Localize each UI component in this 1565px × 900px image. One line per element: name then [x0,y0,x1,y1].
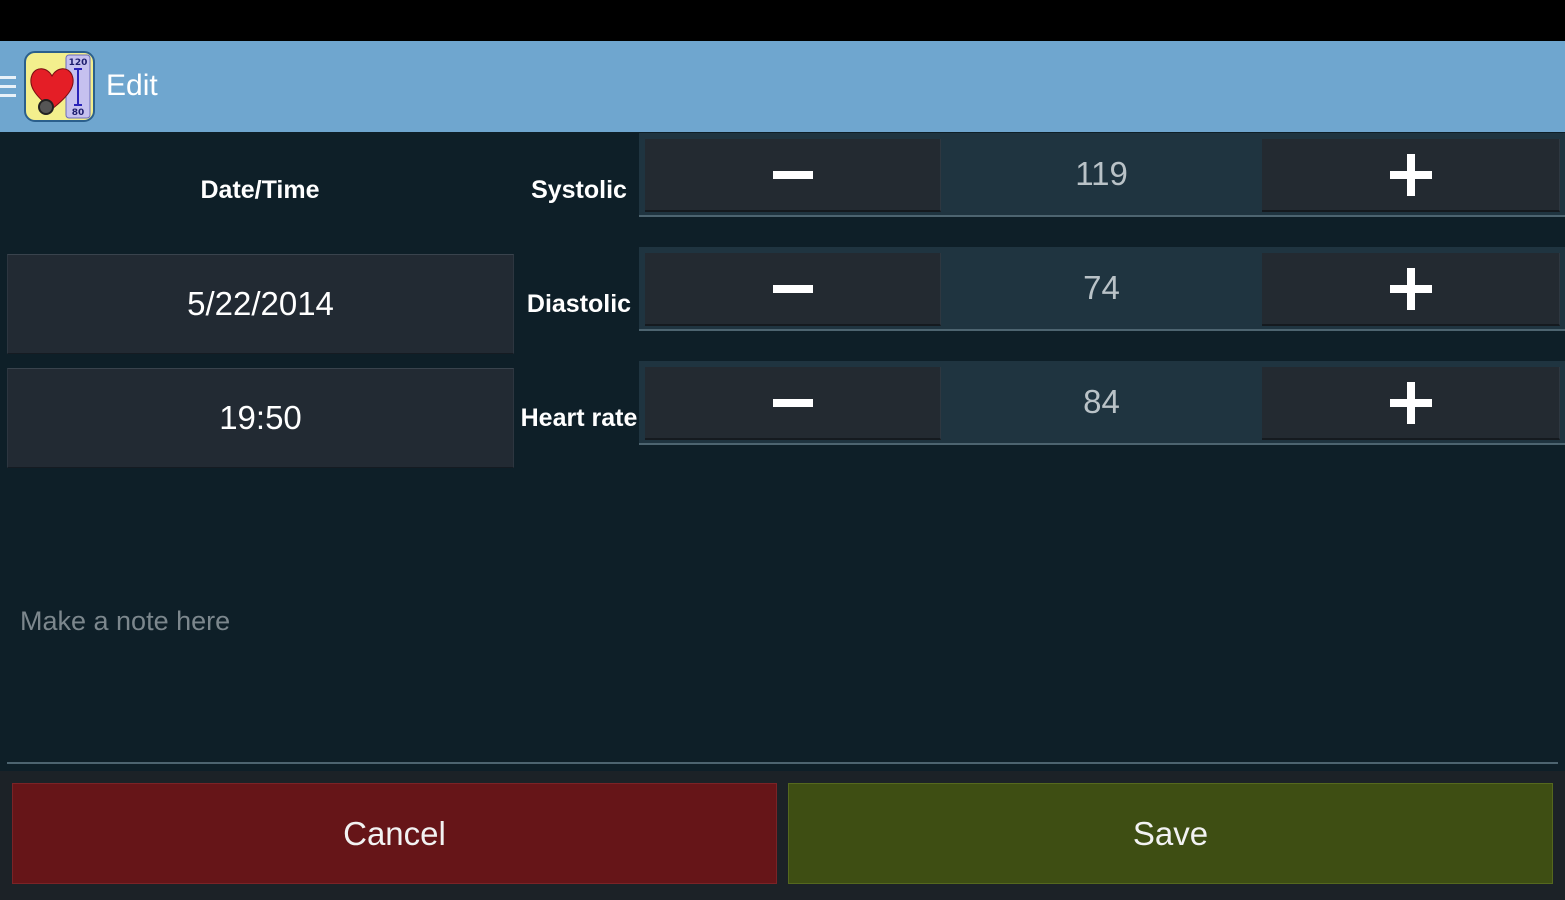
diastolic-label: Diastolic [526,290,632,318]
save-button[interactable]: Save [788,783,1553,884]
systolic-increment-button[interactable] [1262,139,1560,212]
bottom-button-bar: Cancel Save [0,771,1565,900]
minus-icon [772,284,813,293]
cancel-button[interactable]: Cancel [12,783,777,884]
heart-rate-increment-button[interactable] [1262,367,1560,440]
heart-rate-decrement-button[interactable] [645,367,941,440]
minus-icon [772,170,813,179]
diastolic-decrement-button[interactable] [645,253,941,326]
systolic-decrement-button[interactable] [645,139,941,212]
plus-icon [1389,153,1432,196]
heart-rate-stepper: 84 [639,361,1565,445]
datetime-label: Date/Time [200,176,320,204]
action-bar [0,41,1565,132]
plus-icon [1389,267,1432,310]
time-picker-button[interactable]: 19:50 [7,368,514,468]
diastolic-stepper: 74 [639,247,1565,331]
heart-rate-value[interactable]: 84 [941,361,1262,443]
plus-icon [1389,381,1432,424]
systolic-stepper: 119 [639,133,1565,217]
status-bar [0,0,1565,41]
minus-icon [772,398,813,407]
action-bar-title: Edit [106,69,158,102]
date-picker-button[interactable]: 5/22/2014 [7,254,514,354]
diastolic-increment-button[interactable] [1262,253,1560,326]
systolic-label: Systolic [531,176,627,204]
menu-icon[interactable] [0,76,16,98]
heart-rate-label: Heart rate [520,404,638,432]
blood-pressure-app-icon[interactable]: 120 80 [24,51,95,122]
systolic-value[interactable]: 119 [941,133,1262,215]
diastolic-value[interactable]: 74 [941,247,1262,329]
note-input[interactable] [7,578,1558,764]
svg-text:120: 120 [69,58,88,68]
svg-text:80: 80 [72,108,85,118]
